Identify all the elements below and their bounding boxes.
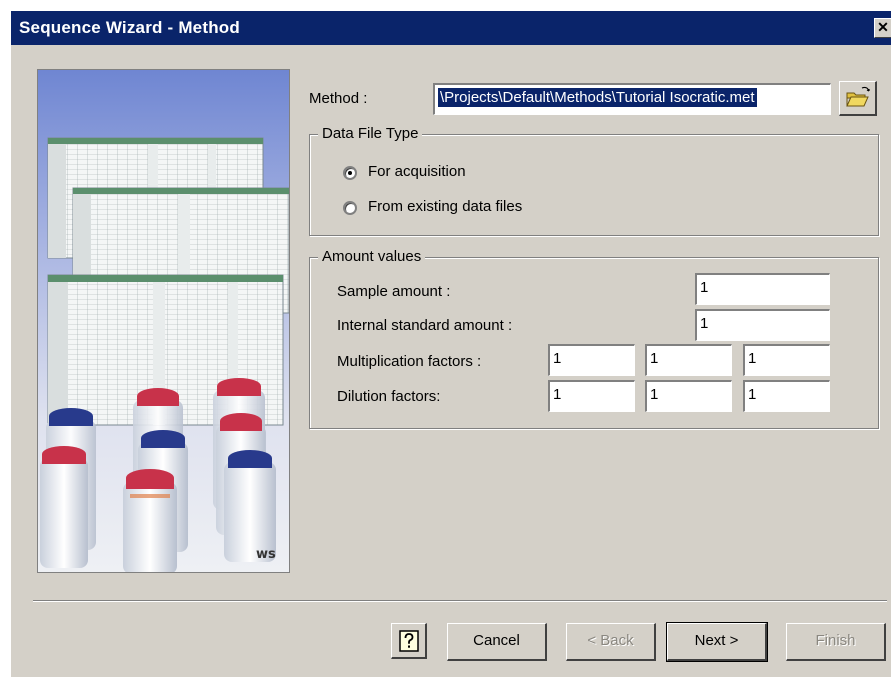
close-button[interactable]: ✕ [874, 18, 891, 38]
cancel-button[interactable]: Cancel [447, 623, 547, 661]
next-button[interactable]: Next > [666, 622, 768, 662]
radio-from-existing-label[interactable]: From existing data files [368, 198, 522, 215]
close-icon: ✕ [877, 19, 889, 35]
sequence-wizard-dialog: Sequence Wizard - Method ✕ ws Method: \… [10, 10, 891, 677]
window-title: Sequence Wizard - Method [19, 18, 240, 37]
multiplication-factors-label: Multiplication factors : [337, 353, 482, 370]
multiplication-factor-2-field[interactable]: 1 [645, 344, 732, 376]
amount-values-title: Amount values [318, 248, 426, 265]
method-path-value: \Projects\Default\Methods\Tutorial Isocr… [438, 88, 757, 107]
radio-for-acquisition-label[interactable]: For acquisition [368, 163, 466, 180]
back-button[interactable]: < Back [566, 623, 656, 661]
sample-amount-field[interactable]: 1 [695, 273, 830, 305]
dilution-factors-label: Dilution factors: [337, 388, 441, 405]
method-label: Method : [309, 90, 368, 107]
multiplication-factor-3-field[interactable]: 1 [743, 344, 830, 376]
dilution-factor-2-field[interactable]: 1 [645, 380, 732, 412]
svg-text:ws: ws [256, 547, 276, 562]
dilution-factor-1-field[interactable]: 1 [548, 380, 635, 412]
multiplication-factor-1-field[interactable]: 1 [548, 344, 635, 376]
internal-standard-amount-label: Internal standard amount : [337, 317, 513, 334]
finish-button[interactable]: Finish [786, 623, 886, 661]
radio-button-checked[interactable] [343, 166, 357, 180]
data-file-type-group: Data File Type [309, 125, 879, 236]
wizard-illustration: ws [37, 69, 290, 573]
browse-method-button[interactable] [839, 81, 877, 116]
help-icon [398, 630, 419, 652]
sample-amount-label: Sample amount : [337, 283, 451, 300]
button-separator [33, 600, 887, 602]
folder-open-icon [846, 86, 870, 107]
title-bar[interactable]: Sequence Wizard - Method ✕ [11, 11, 891, 45]
radio-button[interactable] [343, 201, 357, 215]
internal-standard-amount-field[interactable]: 1 [695, 309, 830, 341]
method-path-field[interactable]: \Projects\Default\Methods\Tutorial Isocr… [433, 83, 831, 115]
help-button[interactable] [391, 623, 427, 659]
vials-and-spreadsheets-image: ws [38, 70, 289, 572]
data-file-type-title: Data File Type [318, 125, 423, 142]
dilution-factor-3-field[interactable]: 1 [743, 380, 830, 412]
